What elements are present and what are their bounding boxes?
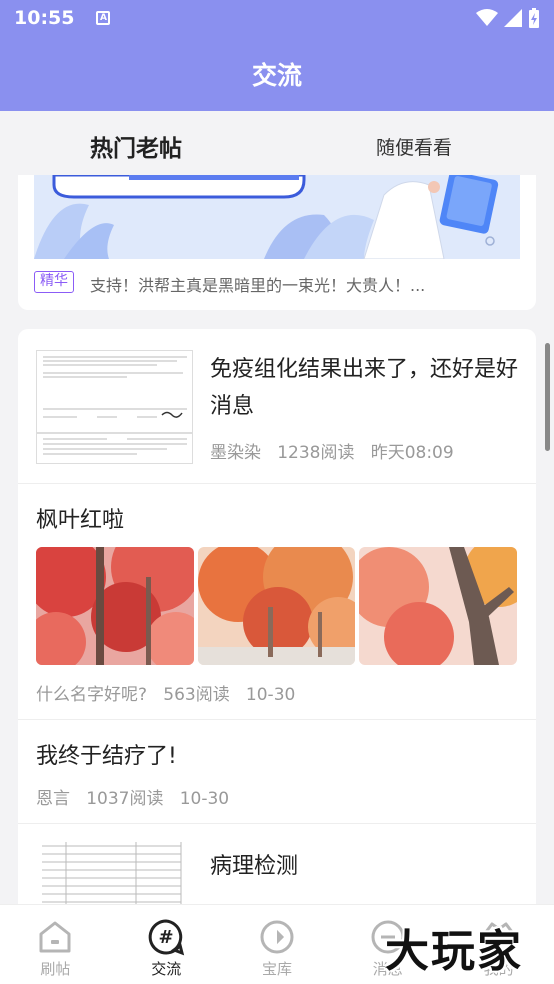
post-time: 10-30 [245,685,296,705]
post-feed: 免疫组化结果出来了，还好是好消息 墨染染 1238阅读 昨天08:09 枫叶红啦 [18,329,536,909]
post-item[interactable]: 我终于结疗了! 恩言 1037阅读 10-30 [18,720,536,824]
post-image-gallery [36,547,518,665]
battery-icon [529,8,539,28]
post-reads: 1238阅读 [277,443,355,463]
top-post-text: 支持！洪帮主真是黑暗里的一束光！大贵人！... [90,276,426,295]
hash-chat-icon: # [148,919,185,956]
signal-icon [504,9,522,27]
post-item[interactable]: 免疫组化结果出来了，还好是好消息 墨染染 1238阅读 昨天08:09 [18,329,536,484]
document-thumbnail [36,350,193,464]
post-meta: 墨染染 1238阅读 昨天08:09 [210,438,454,463]
featured-tag: 精华 [34,271,74,293]
post-author: 恩言 [36,789,70,809]
app-header: 交流 [0,36,554,111]
post-title: 免疫组化结果出来了，还好是好消息 [210,357,519,419]
document-preview-graphic [37,356,192,455]
compass-icon [260,920,294,954]
post-author: 墨染染 [210,443,261,463]
status-icons [476,8,540,28]
tab-hot-posts[interactable]: 热门老帖 [90,129,182,163]
post-image[interactable] [36,547,194,665]
post-image[interactable] [359,547,518,665]
notification-a-icon: A [96,11,111,25]
nav-item-baoku[interactable]: 宝库 [222,905,333,984]
tab-random[interactable]: 随便看看 [376,133,452,160]
post-time: 昨天08:09 [370,443,454,463]
nav-item-shuatie[interactable]: 刷帖 [0,905,111,984]
house-icon [39,921,71,953]
post-title: 病理检测 [210,854,299,879]
post-author: 什么名字好呢? [36,685,148,705]
nav-label: 刷帖 [40,960,71,978]
post-time: 10-30 [179,789,230,809]
status-time: 10:55 [14,7,75,29]
post-meta: 什么名字好呢? 563阅读 10-30 [36,680,295,705]
wifi-icon [476,9,498,26]
post-meta: 恩言 1037阅读 10-30 [36,784,229,809]
tab-bar: 热门老帖 随便看看 [0,111,554,175]
post-title: 枫叶红啦 [36,508,125,533]
top-post-card[interactable]: 精华 支持！洪帮主真是黑暗里的一束光！大贵人！... [18,175,536,310]
post-reads: 1037阅读 [86,789,164,809]
page-title: 交流 [251,60,302,90]
banner-image [34,175,520,259]
scrollbar[interactable] [545,343,550,451]
nav-item-jiaoliu[interactable]: # 交流 [111,905,222,984]
svg-text:#: # [159,927,174,948]
table-preview-graphic [42,842,182,909]
post-item[interactable]: 枫叶红啦 什么名字好呢? 563阅读 10-30 [18,484,536,720]
post-item[interactable]: 病理检测 [18,824,536,909]
nav-label: 宝库 [261,960,292,978]
nav-label: 交流 [151,960,182,978]
post-title: 我终于结疗了! [36,744,177,769]
post-reads: 563阅读 [163,685,230,705]
banner-illustration [34,175,520,259]
status-bar: 10:55 A [0,0,554,36]
watermark: 大玩家 [385,926,523,977]
post-image[interactable] [197,547,356,665]
document-thumbnail [36,842,193,909]
